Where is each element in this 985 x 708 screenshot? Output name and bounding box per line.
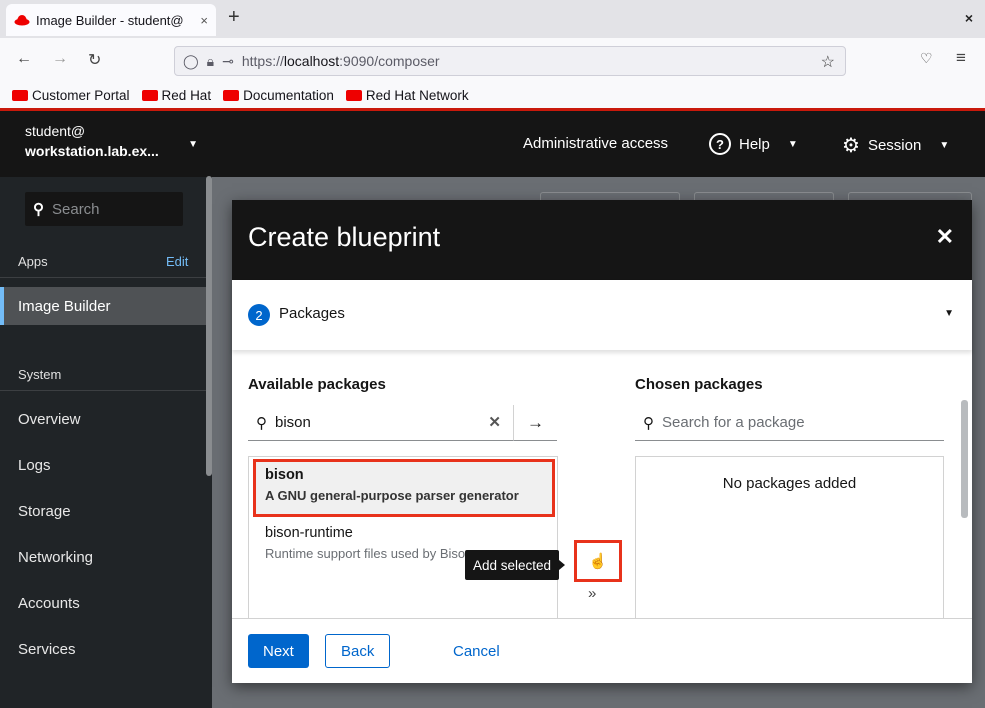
redhat-icon (12, 89, 28, 101)
back-button[interactable]: Back (325, 634, 391, 668)
chosen-search-placeholder: Search for a package (662, 414, 805, 431)
step-number-badge: 2 (248, 304, 270, 326)
tab-close-icon[interactable]: × (200, 13, 208, 28)
cancel-button[interactable]: Cancel (438, 634, 515, 668)
lock-icon: 🔒︎ (206, 52, 215, 69)
package-name: bison (265, 467, 304, 483)
sidebar-item-overview[interactable]: Overview (0, 400, 206, 438)
empty-state-text: No packages added (722, 475, 857, 492)
sidebar-search-input[interactable]: ⚲ Search (25, 192, 183, 226)
package-name: bison-runtime (265, 525, 353, 541)
sidebar-item-storage[interactable]: Storage (0, 492, 206, 530)
create-blueprint-modal: Create blueprint ✕ 2 Packages ▼ Availabl… (232, 200, 972, 683)
bookmark-item[interactable]: Documentation (223, 88, 334, 103)
host-name: workstation.lab.ex... (25, 143, 159, 159)
help-menu[interactable]: ? Help ▼ (709, 133, 798, 155)
browser-tab-bar: Image Builder - student@ × + × (0, 0, 985, 38)
bookmark-item[interactable]: Red Hat Network (345, 88, 469, 103)
divider (0, 277, 206, 278)
host-switcher[interactable]: student@ workstation.lab.ex... ▼ (0, 111, 212, 177)
search-icon: ⚲ (643, 414, 654, 432)
modal-header: Create blueprint ✕ (232, 200, 972, 280)
apps-edit-link[interactable]: Edit (166, 254, 188, 269)
add-selected-button[interactable]: ☝ (574, 540, 622, 582)
search-icon: ⚲ (256, 414, 267, 432)
pocket-icon[interactable]: ♡ (920, 50, 933, 67)
bookmark-item[interactable]: Customer Portal (12, 88, 130, 103)
new-tab-button[interactable]: + (228, 6, 240, 29)
search-placeholder: Search (52, 200, 100, 218)
redhat-icon (141, 89, 158, 101)
apps-section-label: Apps (18, 254, 48, 269)
cockpit-topbar: Administrative access ? Help ▼ ⚙ Session… (212, 111, 985, 177)
session-label: Session (867, 137, 922, 154)
package-description: A GNU general-purpose parser generator (265, 488, 519, 503)
bookmark-star-icon[interactable]: ☆ (821, 52, 835, 72)
shield-icon: ◯ (183, 52, 199, 69)
available-search-value: bison (275, 414, 311, 431)
pointer-hand-icon: ☝ (588, 553, 608, 570)
arrow-right-icon: → (527, 412, 544, 432)
wizard-step-toggle[interactable]: 2 Packages ▼ (232, 280, 972, 350)
reload-icon[interactable]: ↻ (88, 50, 101, 70)
modal-title: Create blueprint (248, 222, 441, 252)
tab-title: Image Builder - student@ (36, 12, 184, 28)
redhat-icon (345, 89, 362, 101)
browser-tab[interactable]: Image Builder - student@ × (6, 4, 216, 36)
modal-scrollbar[interactable] (961, 400, 968, 518)
chosen-search-input[interactable]: ⚲ Search for a package (635, 405, 944, 441)
sidebar-item-networking[interactable]: Networking (0, 538, 206, 576)
admin-access-button[interactable]: Administrative access (523, 135, 668, 152)
next-button[interactable]: Next (248, 634, 309, 668)
redhat-icon (223, 89, 240, 101)
search-icon: ⚲ (33, 201, 44, 218)
caret-down-icon: ▼ (188, 139, 198, 150)
chosen-packages-list: No packages added (635, 456, 944, 618)
bookmarks-bar: Customer Portal Red Hat Documentation Re… (0, 82, 985, 108)
hamburger-menu-icon[interactable]: ≡ (956, 48, 966, 68)
modal-footer: Next Back Cancel (232, 618, 972, 683)
forward-arrow-icon[interactable]: → (52, 50, 68, 68)
help-icon: ? (709, 133, 731, 155)
system-section-label: System (18, 367, 62, 382)
sidebar-item-image-builder[interactable]: Image Builder (0, 287, 206, 325)
help-label: Help (739, 135, 770, 153)
divider (0, 390, 206, 391)
bookmark-item[interactable]: Red Hat (141, 88, 211, 103)
sidebar-item-logs[interactable]: Logs (0, 446, 206, 484)
close-icon[interactable]: ✕ (936, 224, 954, 250)
step-label: Packages (279, 305, 345, 322)
add-all-button[interactable]: » (588, 585, 596, 602)
chosen-packages-heading: Chosen packages (635, 376, 763, 393)
caret-down-icon: ▼ (787, 138, 798, 150)
url-bar[interactable]: ◯ 🔒︎ ⊸ https://localhost:9090/composer ☆ (174, 46, 846, 76)
session-menu[interactable]: ⚙ Session ▼ (842, 133, 949, 158)
available-search-input[interactable]: ⚲ bison ✕ (248, 405, 513, 441)
sidebar-item-services[interactable]: Services (0, 630, 206, 668)
available-packages-heading: Available packages (248, 376, 386, 393)
caret-down-icon: ▼ (944, 308, 954, 319)
available-packages-list: bison A GNU general-purpose parser gener… (248, 456, 558, 618)
back-arrow-icon[interactable]: ← (16, 50, 32, 68)
caret-down-icon: ▼ (939, 140, 950, 151)
url-text: https://localhost:9090/composer (241, 53, 440, 69)
search-submit-button[interactable]: → (513, 405, 557, 441)
double-chevron-right-icon: » (588, 585, 597, 602)
sidebar-item-accounts[interactable]: Accounts (0, 584, 206, 622)
cockpit-sidebar: student@ workstation.lab.ex... ▼ ⚲ Searc… (0, 111, 212, 708)
key-icon: ⊸ (222, 52, 234, 69)
add-selected-tooltip: Add selected (465, 550, 565, 580)
list-item[interactable]: bison A GNU general-purpose parser gener… (253, 459, 555, 517)
window-close-button[interactable]: × (965, 10, 973, 26)
host-user: student@ (25, 123, 86, 139)
redhat-favicon-icon (14, 15, 30, 26)
gear-icon: ⚙ (842, 135, 860, 157)
clear-icon[interactable]: ✕ (488, 413, 501, 431)
